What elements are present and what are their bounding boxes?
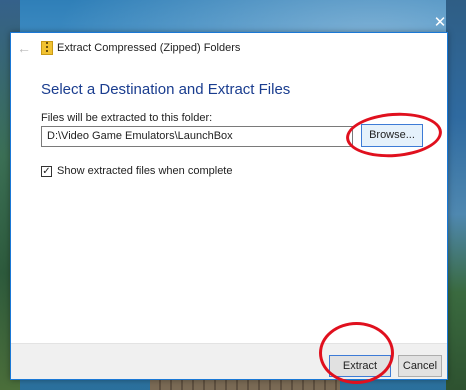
page-heading: Select a Destination and Extract Files [41,81,291,98]
dialog-footer: Extract Cancel [11,343,447,379]
cancel-button[interactable]: Cancel [398,355,442,377]
destination-label: Files will be extracted to this folder: [41,112,213,124]
browse-button[interactable]: Browse... [361,124,423,147]
title-bar: ← Extract Compressed (Zipped) Folders [11,33,447,63]
close-icon[interactable]: ✕ [429,12,451,34]
show-files-checkbox[interactable]: ✓ [41,166,52,177]
zip-folder-icon [41,41,53,55]
extract-dialog: ← Extract Compressed (Zipped) Folders Se… [10,32,448,380]
desktop-foliage-right [446,0,466,390]
destination-path-input[interactable]: D:\Video Game Emulators\LaunchBox [41,126,353,147]
extract-button[interactable]: Extract [329,355,391,377]
dialog-title: Extract Compressed (Zipped) Folders [57,42,241,54]
show-files-label[interactable]: Show extracted files when complete [57,165,232,177]
back-arrow-icon[interactable]: ← [17,40,33,56]
